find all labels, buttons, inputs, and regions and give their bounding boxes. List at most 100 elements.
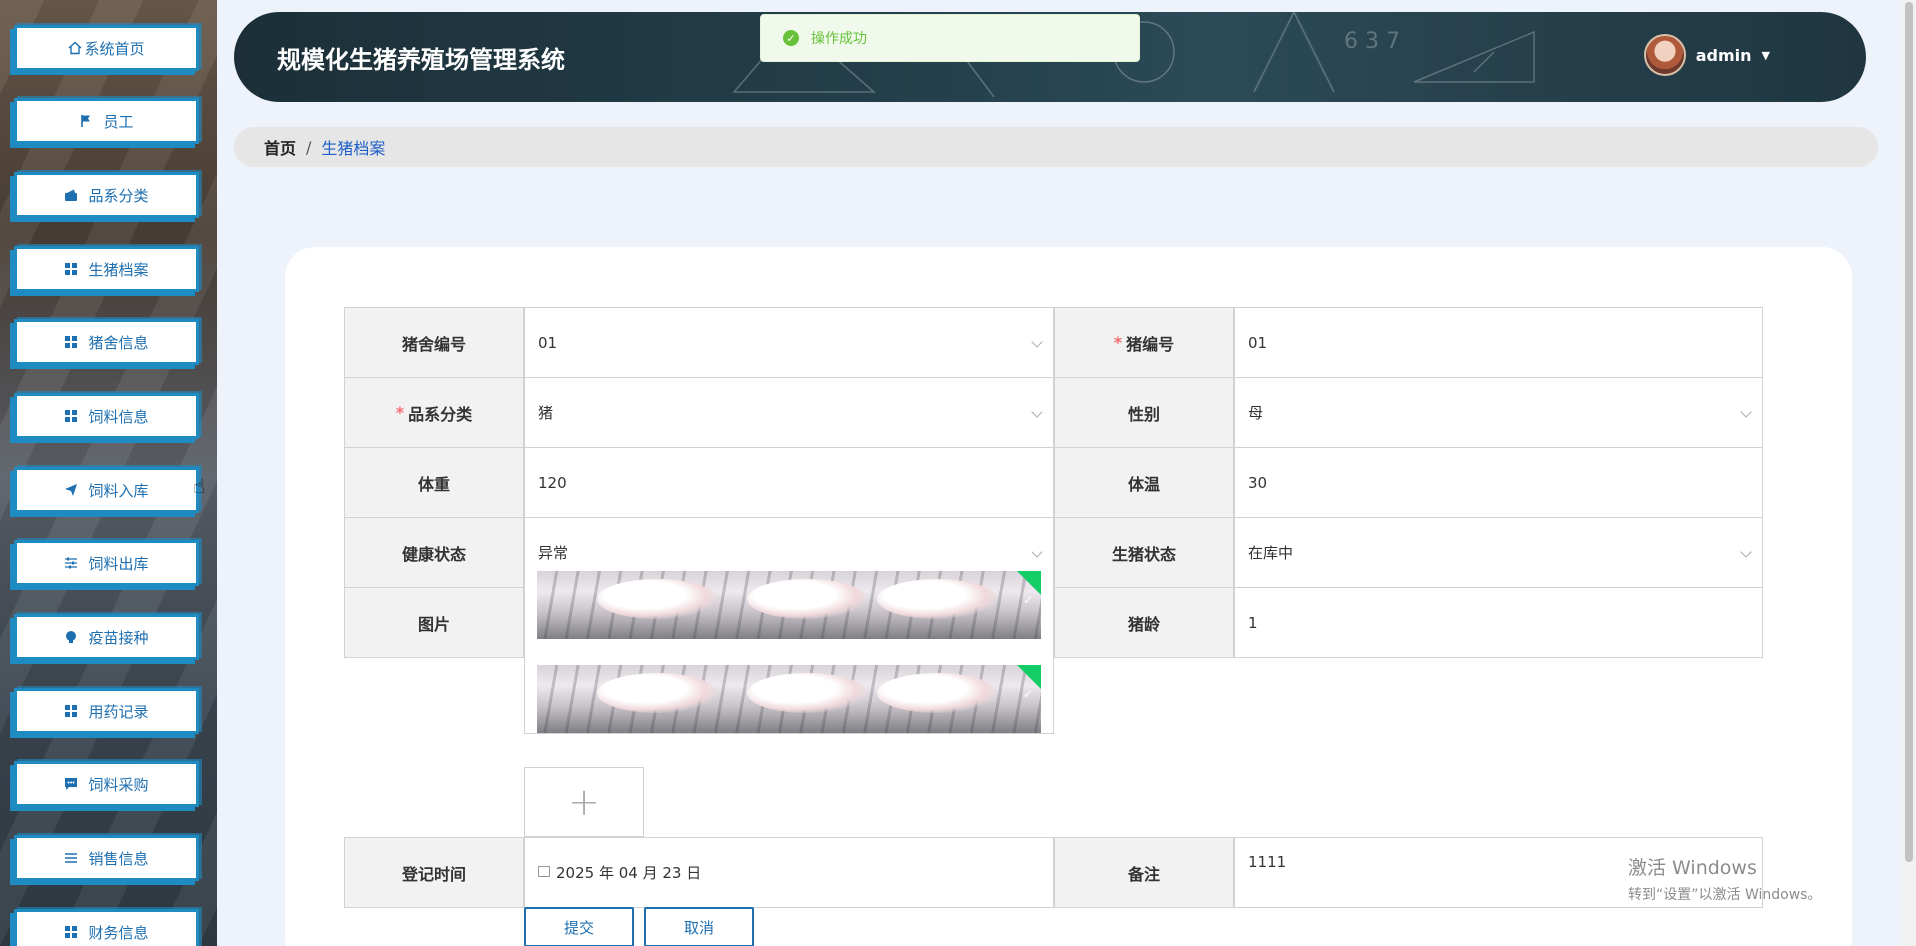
sidebar-item-pig-archive[interactable]: 生猪档案 (14, 246, 199, 292)
wallet-icon (64, 188, 78, 202)
gender-value: 母 (1248, 404, 1264, 422)
cancel-button[interactable]: 取消 (644, 907, 754, 946)
grid-icon (64, 704, 78, 718)
gender-select[interactable]: 母 (1234, 377, 1763, 448)
sidebar-item-staff[interactable]: 员工 (14, 98, 199, 144)
pigsty-no-label: 猪舍编号 (344, 307, 524, 378)
sidebar-item-label: 品系分类 (88, 186, 149, 205)
sidebar-item-label: 销售信息 (88, 849, 149, 868)
check-icon: ✓ (1022, 687, 1033, 701)
chevron-down-icon (1740, 545, 1752, 558)
hand-cursor-icon: ☝ (193, 474, 206, 498)
reg-time-value: 2025 年 04 月 23 日 (556, 864, 702, 882)
page-scrollbar[interactable] (1902, 0, 1916, 946)
sidebar-item-feed-in[interactable]: 饲料入库 (14, 467, 199, 513)
pig-status-value: 在库中 (1248, 544, 1294, 562)
check-circle-icon: ✓ (783, 30, 799, 46)
gender-label: 性别 (1054, 377, 1234, 448)
picture-label: 图片 (344, 587, 524, 658)
breadcrumb-home[interactable]: 首页 (264, 135, 296, 159)
age-input[interactable]: 1 (1234, 587, 1763, 658)
sidebar-item-label: 饲料信息 (88, 407, 149, 426)
username: admin (1695, 45, 1752, 65)
sidebar-item-label: 生猪档案 (88, 260, 149, 279)
sidebar-item-home[interactable]: 系统首页 (14, 25, 199, 71)
breadcrumb-current: 生猪档案 (321, 139, 386, 158)
remark-value: 1111 (1248, 853, 1287, 871)
app-title: 规模化生猪养殖场管理系统 (277, 46, 565, 74)
send-icon (64, 483, 78, 497)
remark-label: 备注 (1054, 837, 1234, 908)
age-value: 1 (1248, 613, 1258, 632)
sidebar-item-medication[interactable]: 用药记录 (14, 688, 199, 734)
sliders-icon (64, 556, 78, 570)
scrollbar-thumb[interactable] (1905, 2, 1913, 862)
weight-value: 120 (538, 473, 567, 492)
watermark-line2: 转到“设置”以激活 Windows。 (1628, 887, 1822, 903)
flag-icon (79, 114, 93, 128)
age-label: 猪龄 (1054, 587, 1234, 658)
pig-status-label: 生猪状态 (1054, 517, 1234, 588)
list-icon (64, 851, 78, 865)
grid-icon (64, 409, 78, 423)
svg-text:6 3 7: 6 3 7 (1344, 29, 1400, 54)
reg-time-picker[interactable]: 2025 年 04 月 23 日 (524, 837, 1054, 908)
grid-icon (64, 925, 78, 939)
pig-no-value: 01 (1248, 333, 1268, 352)
caret-down-icon: ▼ (1761, 48, 1770, 62)
pig-status-select[interactable]: 在库中 (1234, 517, 1763, 588)
sidebar-item-label: 用药记录 (88, 702, 149, 721)
sidebar-item-label: 饲料入库 (88, 481, 149, 500)
breed-select[interactable]: 猪 (524, 377, 1054, 448)
health-value: 异常 (538, 544, 569, 562)
sidebar-item-pigsty[interactable]: 猪舍信息 (14, 319, 199, 365)
sidebar-item-sales[interactable]: 销售信息 (14, 835, 199, 881)
reg-time-label: 登记时间 (344, 837, 524, 908)
sidebar-item-purchase[interactable]: 饲料采购 (14, 761, 199, 807)
sidebar-item-label: 饲料采购 (88, 775, 149, 794)
submit-button[interactable]: 提交 (524, 907, 634, 946)
breed-value: 猪 (538, 404, 554, 422)
chat-icon (64, 777, 78, 791)
picture-thumbnail[interactable]: ✓ (537, 571, 1041, 639)
grid-icon (64, 335, 78, 349)
sidebar-item-label: 财务信息 (88, 923, 149, 942)
home-icon (68, 41, 82, 55)
sidebar-item-label: 疫苗接种 (88, 628, 149, 647)
sidebar-item-feed-out[interactable]: 饲料出库 (14, 540, 199, 586)
pigsty-no-select[interactable]: 01 (524, 307, 1054, 378)
chevron-down-icon (1740, 405, 1752, 418)
watermark-line1: 激活 Windows (1628, 857, 1757, 879)
weight-input[interactable]: 120 (524, 447, 1054, 518)
sidebar-item-finance[interactable]: 财务信息 (14, 909, 199, 946)
picture-thumbnail[interactable]: ✓ (537, 665, 1041, 733)
chevron-down-icon (1031, 335, 1043, 348)
check-icon: ✓ (1022, 593, 1033, 607)
avatar (1643, 34, 1686, 76)
chevron-down-icon (1031, 545, 1043, 558)
sidebar-item-breed[interactable]: 品系分类 (14, 172, 199, 218)
temperature-label: 体温 (1054, 447, 1234, 518)
user-menu[interactable]: admin ▼ (1643, 34, 1770, 76)
breadcrumb-separator: / (306, 137, 312, 157)
bulb-icon (64, 630, 78, 644)
required-mark: * (1113, 333, 1123, 352)
health-label: 健康状态 (344, 517, 524, 588)
sidebar-item-vaccine[interactable]: 疫苗接种 (14, 614, 199, 660)
temperature-input[interactable]: 30 (1234, 447, 1763, 518)
sidebar: 系统首页 员工 品系分类 生猪档案 猪舍信息 饲料信息 饲料入库 饲料出库 疫苗… (0, 0, 217, 946)
sidebar-item-label: 系统首页 (84, 39, 145, 58)
calendar-icon (538, 866, 550, 877)
required-mark: * (395, 403, 405, 422)
chevron-down-icon (1031, 405, 1043, 418)
success-toast: ✓ 操作成功 (760, 14, 1140, 62)
sidebar-item-label: 饲料出库 (88, 554, 149, 573)
sidebar-item-label: 猪舍信息 (88, 333, 149, 352)
plus-icon: + (568, 780, 600, 824)
toast-message: 操作成功 (811, 31, 867, 47)
temperature-value: 30 (1248, 473, 1268, 492)
sidebar-item-label: 员工 (103, 112, 134, 131)
pig-no-input[interactable]: 01 (1234, 307, 1763, 378)
upload-button[interactable]: + (524, 767, 644, 837)
sidebar-item-feed[interactable]: 饲料信息 (14, 393, 199, 439)
